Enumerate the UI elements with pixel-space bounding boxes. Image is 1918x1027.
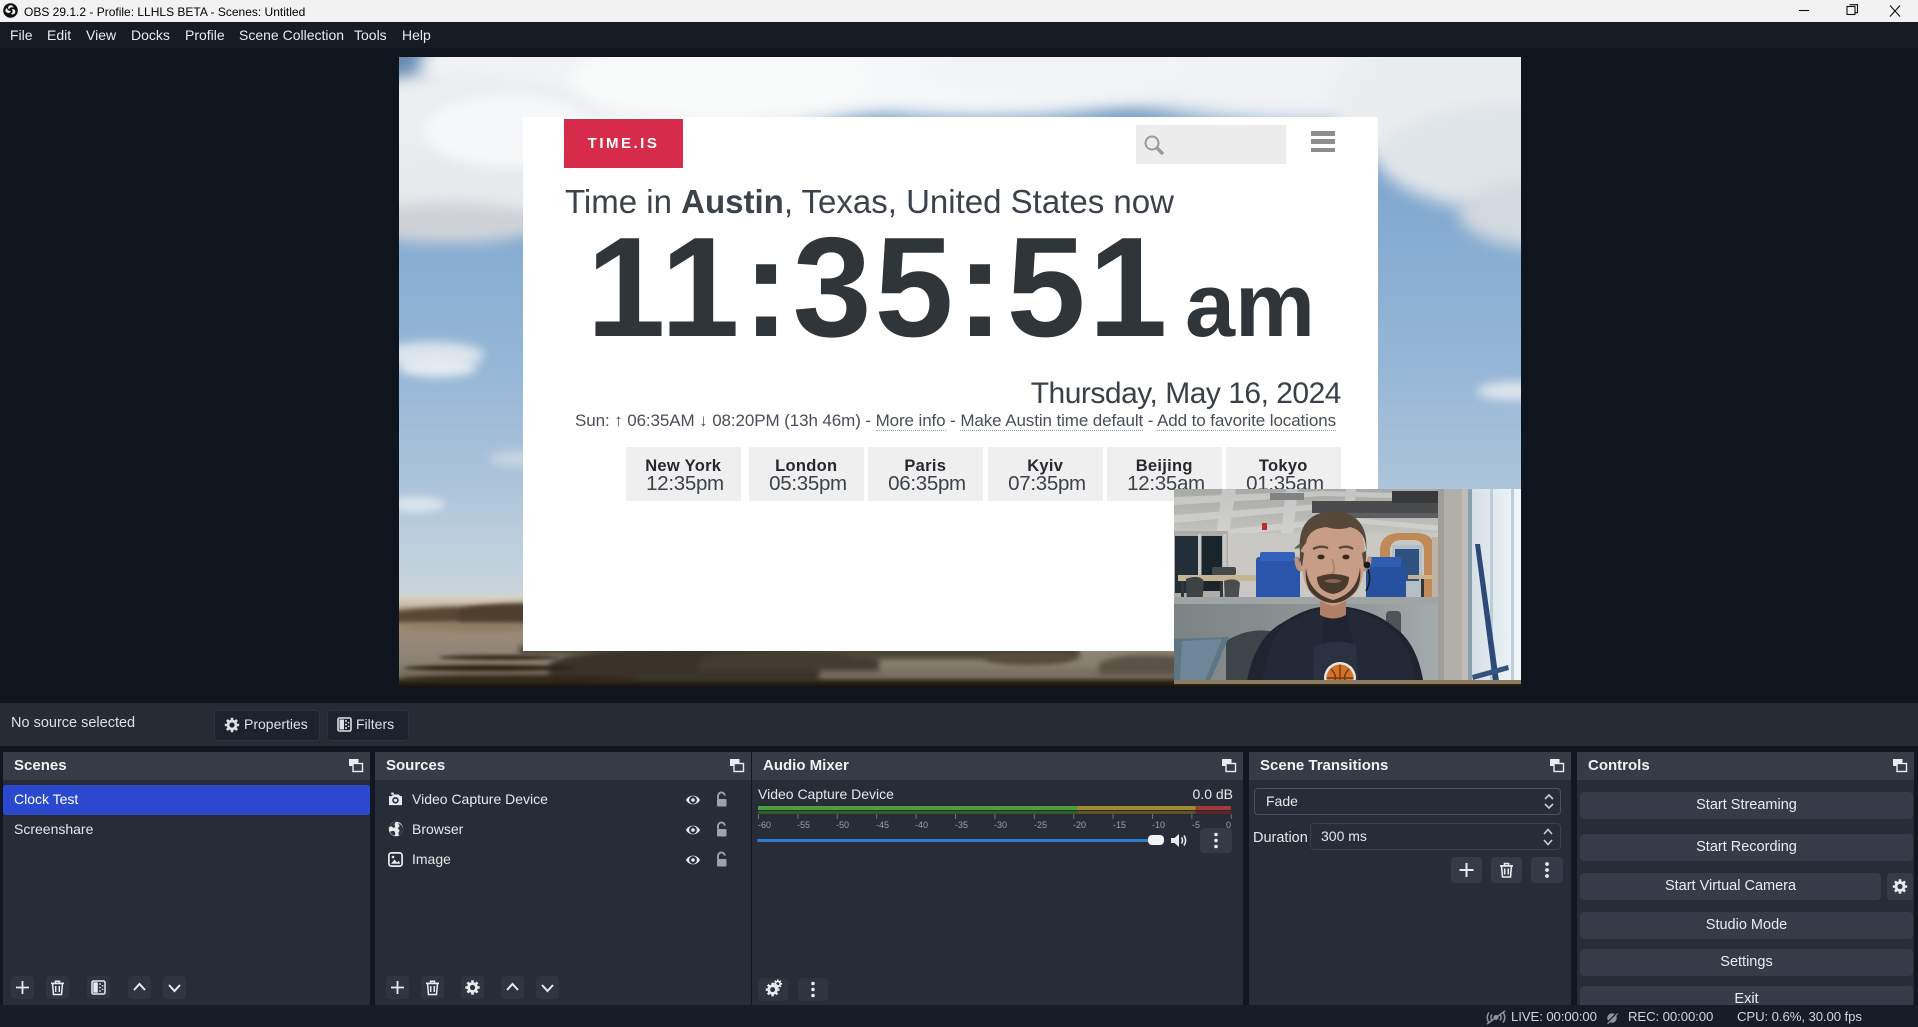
svg-text:-60: -60 bbox=[758, 820, 771, 830]
svg-text:-20: -20 bbox=[1073, 820, 1086, 830]
svg-text:-55: -55 bbox=[797, 820, 810, 830]
svg-text:-40: -40 bbox=[915, 820, 928, 830]
svg-text:-50: -50 bbox=[836, 820, 849, 830]
svg-text:-35: -35 bbox=[955, 820, 968, 830]
svg-text:-10: -10 bbox=[1152, 820, 1165, 830]
svg-text:-30: -30 bbox=[994, 820, 1007, 830]
svg-text:-25: -25 bbox=[1034, 820, 1047, 830]
svg-text:-45: -45 bbox=[876, 820, 889, 830]
svg-text:-5: -5 bbox=[1192, 820, 1200, 830]
svg-text:-15: -15 bbox=[1113, 820, 1126, 830]
